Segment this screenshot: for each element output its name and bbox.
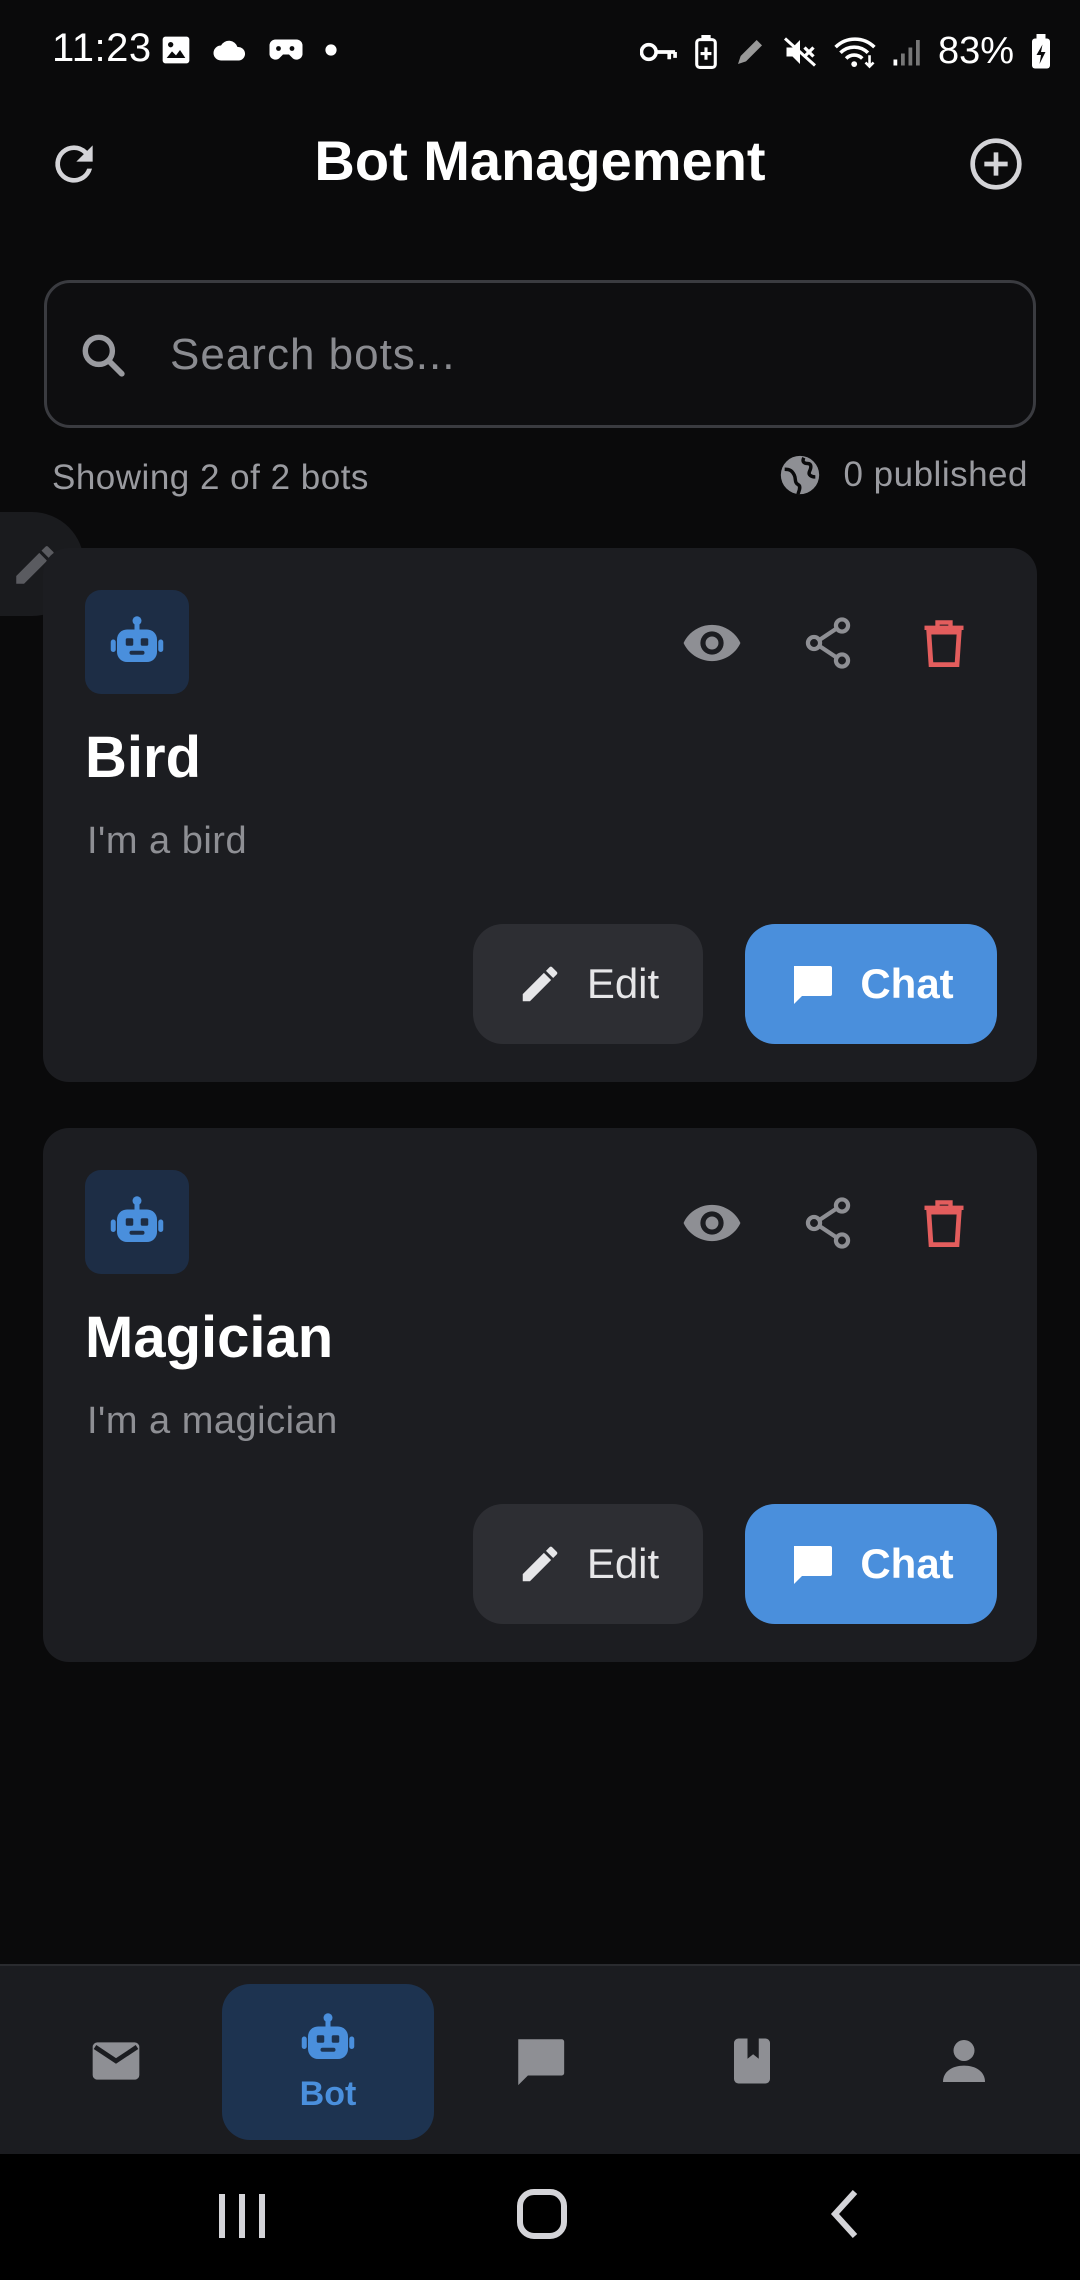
recent-apps-icon: [219, 2194, 265, 2238]
battery-saver-icon: [695, 34, 717, 69]
page-title: Bot Management: [314, 129, 766, 192]
nav-item-chat[interactable]: [440, 1966, 640, 2156]
bot-description: I'm a bird: [87, 820, 248, 862]
battery-icon: [1032, 33, 1050, 68]
edit-button[interactable]: Edit: [473, 1504, 703, 1624]
pencil-icon: [522, 966, 558, 1002]
home-button[interactable]: [514, 2184, 570, 2244]
status-time: 11:23: [52, 26, 152, 70]
published-count: 0 published: [777, 452, 1028, 498]
pencil-icon: [522, 1546, 558, 1582]
nav-item-mail[interactable]: [16, 1966, 216, 2156]
back-button[interactable]: [820, 2184, 870, 2244]
system-navigation-bar: [0, 2154, 1080, 2280]
bot-card: Magician I'm a magician Edit Chat: [43, 1128, 1037, 1662]
share-icon: [805, 1197, 851, 1249]
eye-icon: [683, 624, 741, 662]
add-bot-button[interactable]: [968, 136, 1024, 192]
bot-description: I'm a magician: [87, 1400, 338, 1442]
bot-icon: [110, 1196, 164, 1242]
preview-button[interactable]: [667, 598, 757, 688]
battery-percent: 83%: [937, 30, 1014, 72]
nav-label-bot: Bot: [299, 2074, 357, 2113]
book-icon: [734, 2038, 770, 2084]
search-icon: [78, 330, 128, 380]
preview-button[interactable]: [667, 1178, 757, 1268]
chat-label: Chat: [860, 960, 954, 1007]
bot-avatar: [85, 1170, 189, 1274]
status-icons-right: 83%: [639, 30, 1052, 73]
image-icon: [162, 36, 190, 64]
bot-avatar: [85, 590, 189, 694]
published-label: 0 published: [843, 455, 1028, 494]
nav-item-bot[interactable]: Bot: [228, 1966, 428, 2156]
status-bar: 11:23 83%: [0, 0, 1080, 110]
signal-icon: [893, 39, 920, 65]
trash-icon: [924, 620, 964, 668]
trash-icon: [924, 1200, 964, 1248]
share-button[interactable]: [783, 1178, 873, 1268]
bot-count-text: Showing 2 of 2 bots: [52, 458, 369, 497]
game-icon: [269, 39, 303, 60]
delete-button[interactable]: [899, 598, 989, 688]
bottom-navigation: Bot: [0, 1964, 1080, 2156]
bot-name: Magician: [85, 1305, 334, 1370]
add-circle-icon: [970, 138, 1022, 190]
cloud-icon: [213, 40, 246, 61]
bot-card: Bird I'm a bird Edit Chat: [43, 548, 1037, 1082]
chat-button[interactable]: Chat: [745, 1504, 997, 1624]
share-button[interactable]: [783, 598, 873, 688]
bot-icon: [110, 616, 164, 662]
dot-icon: [325, 44, 337, 56]
bot-name: Bird: [85, 725, 201, 790]
key-icon: [639, 42, 677, 61]
search-input[interactable]: [168, 306, 992, 404]
edit-label: Edit: [586, 960, 660, 1007]
mail-icon: [92, 2042, 140, 2080]
chat-label: Chat: [860, 1540, 954, 1587]
wifi-icon: [834, 36, 876, 68]
bot-icon: [301, 2012, 355, 2059]
eye-icon: [683, 1204, 741, 1242]
chat-button[interactable]: Chat: [745, 924, 997, 1044]
delete-button[interactable]: [899, 1178, 989, 1268]
back-icon: [830, 2189, 858, 2239]
chat-icon: [794, 966, 833, 1004]
recent-apps-button[interactable]: [212, 2188, 272, 2244]
pen-icon: [737, 39, 762, 64]
chat-icon: [794, 1546, 833, 1584]
person-icon: [943, 2040, 985, 2082]
mute-icon: [783, 36, 816, 67]
nav-item-profile[interactable]: [864, 1966, 1064, 2156]
home-icon: [517, 2189, 567, 2239]
edit-button[interactable]: Edit: [473, 924, 703, 1044]
edit-label: Edit: [586, 1540, 660, 1587]
globe-icon: [781, 455, 820, 495]
chat-icon: [518, 2039, 565, 2086]
status-icons-left: [160, 34, 338, 66]
share-icon: [805, 617, 851, 669]
nav-item-library[interactable]: [652, 1966, 852, 2156]
